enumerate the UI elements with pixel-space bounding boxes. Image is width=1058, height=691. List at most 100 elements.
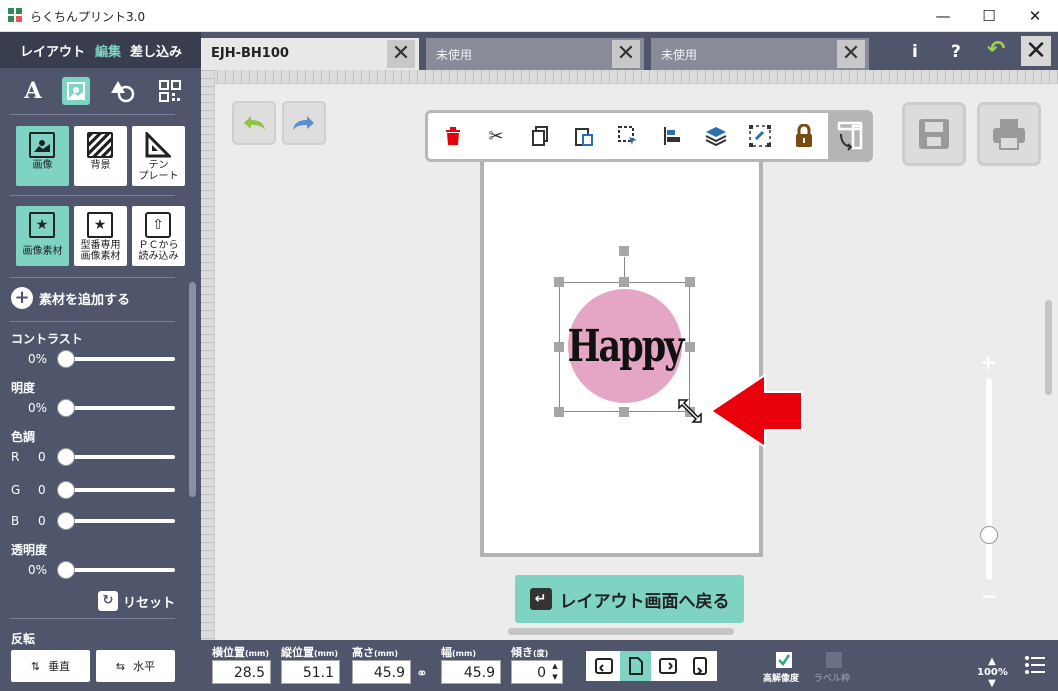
menu-icon[interactable] [1024,654,1046,676]
tile-image-material[interactable]: ★ 画像素材 [16,206,69,266]
transparency-knob[interactable] [57,561,75,579]
close-icon[interactable]: ✕ [612,40,640,68]
minimize-button[interactable]: — [920,0,966,32]
close-app-button[interactable]: ✕ [1021,36,1051,66]
document-tabs-bar: EJH-BH100 ✕ 未使用 ✕ 未使用 ✕ i ? ↶ ✕ [201,32,1058,70]
brightness-knob[interactable] [57,399,75,417]
close-window-button[interactable]: ✕ [1012,0,1058,32]
width-label: 幅(mm) [441,646,476,659]
undo-icon[interactable]: ↶ [987,37,1005,62]
tab-merge[interactable]: 差し込み [130,41,182,60]
tile-model-material[interactable]: ★ 型番専用 画像素材 [74,206,127,266]
add-material-button[interactable]: + 素材を追加する [11,287,130,309]
height-field[interactable]: 45.9 [352,660,411,684]
x-label: 横位置(mm) [212,646,269,659]
g-slider[interactable] [63,488,175,492]
reset-button[interactable]: ↻ リセット [98,591,175,611]
b-knob[interactable] [57,512,75,530]
contrast-knob[interactable] [57,350,75,368]
vertical-scrollbar[interactable] [1045,300,1052,395]
high-res-checkbox[interactable] [776,652,792,668]
mirror-icon[interactable] [828,113,872,159]
image-icon[interactable] [62,77,90,105]
g-label: G [11,483,21,497]
resize-handle-n[interactable] [619,277,629,287]
portrait-icon [628,657,643,675]
portrait-button[interactable] [620,651,651,681]
close-icon[interactable]: ✕ [387,40,415,68]
triangle-ruler-icon [145,132,171,158]
group-icon[interactable] [747,123,773,149]
resize-handle-nw[interactable] [554,277,564,287]
qr-icon[interactable] [155,76,185,106]
save-button[interactable] [902,102,966,166]
tone-label: 色調 [11,430,36,444]
close-icon[interactable]: ✕ [837,40,865,68]
panel-scrollbar[interactable] [189,282,196,497]
x-position-field[interactable]: 28.5 [212,660,271,684]
divider [10,195,175,196]
align-icon[interactable] [659,123,685,149]
text-icon[interactable]: A [18,76,48,106]
info-button[interactable]: i [912,42,918,62]
flip-horizontal-button[interactable]: ⇆ 水平 [96,650,175,682]
width-field[interactable]: 45.9 [441,660,501,684]
high-res-label: 高解像度 [763,674,800,684]
zoom-in-icon[interactable]: + [980,350,997,374]
horizontal-scrollbar[interactable] [508,628,734,635]
layers-icon[interactable] [703,123,729,149]
b-slider[interactable] [63,519,175,523]
shapes-icon[interactable] [108,76,138,106]
selection-box[interactable] [559,282,690,412]
resize-handle-sw[interactable] [554,407,564,417]
angle-spinner-icon[interactable]: ▲ ▼ [550,661,560,683]
g-value: 0 [38,483,46,497]
zoom-knob[interactable] [980,526,998,544]
select-icon[interactable] [615,123,641,149]
doc-tab-1[interactable]: EJH-BH100 ✕ [201,38,419,70]
link-icon[interactable]: ⚭ [416,666,428,682]
undo-button[interactable] [232,101,276,145]
rotate-handle[interactable] [619,246,629,256]
resize-handle-w[interactable] [554,342,564,352]
r-knob[interactable] [57,448,75,466]
tile-image[interactable]: 画像 [16,126,69,186]
doc-tab-2[interactable]: 未使用 ✕ [426,38,644,70]
maximize-button[interactable]: ☐ [966,0,1012,32]
star-frame-icon: ★ [87,212,113,238]
zoom-level[interactable]: ▲ 100% ▼ [977,656,1008,689]
flip-vertical-button[interactable]: ⇅ 垂直 [11,650,90,682]
print-button[interactable] [977,102,1041,166]
cut-icon[interactable]: ✂ [483,123,509,149]
resize-handle-s[interactable] [619,407,629,417]
tile-background[interactable]: 背景 [74,126,127,186]
flip-horizontal-icon: ⇆ [115,659,126,673]
brightness-slider[interactable] [63,406,175,410]
back-to-layout-button[interactable]: ↵ レイアウト画面へ戻る [515,575,744,623]
contrast-slider[interactable] [63,357,175,361]
resize-handle-ne[interactable] [685,277,695,287]
rotate-right-button[interactable] [652,651,683,681]
contrast-label: コントラスト [11,332,83,346]
g-knob[interactable] [57,481,75,499]
tab-layout[interactable]: レイアウト [20,41,85,60]
copy-icon[interactable] [527,123,553,149]
resize-handle-e[interactable] [685,342,695,352]
paste-icon[interactable] [571,123,597,149]
redo-button[interactable] [282,101,326,145]
help-button[interactable]: ? [951,42,961,62]
y-position-field[interactable]: 51.1 [281,660,340,684]
tile-template[interactable]: テン プレート [132,126,185,186]
tile-load-from-pc[interactable]: ⇧ ＰＣから 読み込み [132,206,185,266]
label-frame-checkbox[interactable] [826,652,842,668]
doc-tab-3[interactable]: 未使用 ✕ [651,38,869,70]
rotate-180-button[interactable] [684,651,715,681]
transparency-slider[interactable] [63,568,175,572]
delete-icon[interactable] [440,123,466,149]
rotate-left-button[interactable] [588,651,619,681]
zoom-slider[interactable] [986,378,992,580]
r-slider[interactable] [63,455,175,459]
lock-icon[interactable] [791,123,817,149]
tab-edit[interactable]: 編集 [95,41,121,60]
zoom-out-icon[interactable]: − [981,584,998,608]
